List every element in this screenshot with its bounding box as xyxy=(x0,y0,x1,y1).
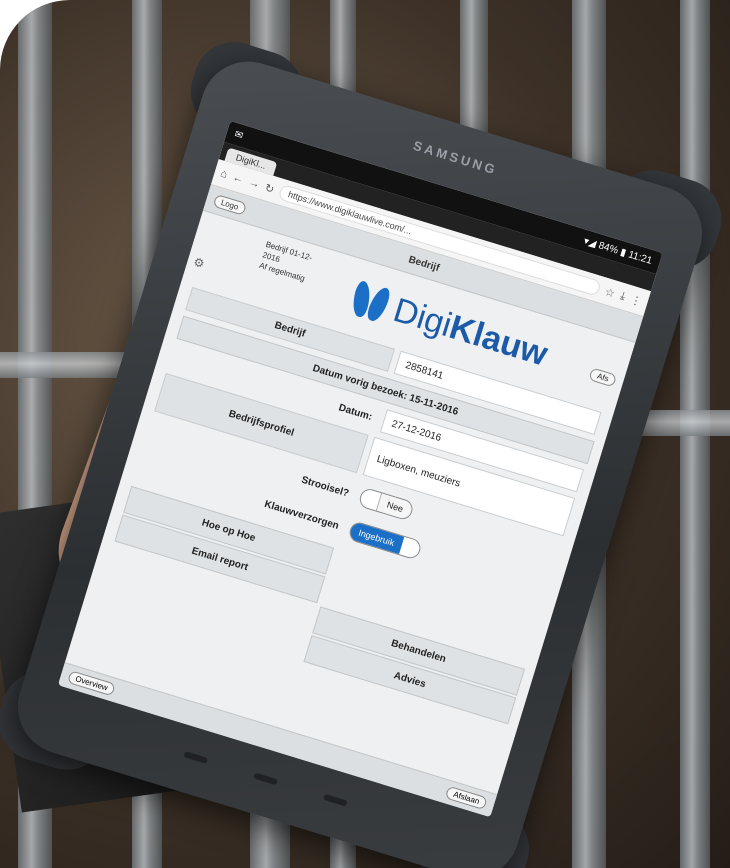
battery-level: 84% xyxy=(597,239,620,257)
tablet: SAMSUNG ✉ ▾◢ 84% ▮ 11:21 DigiKl... ⌂ ← →… xyxy=(0,32,730,868)
clock: 11:21 xyxy=(626,248,654,267)
battery-icon: ▮ xyxy=(619,246,628,259)
notification-icon: ✉ xyxy=(233,128,245,142)
klauwverzorgen-value: Ingebruik xyxy=(348,521,405,555)
afs-button[interactable]: Afs xyxy=(588,367,618,388)
app-bar-spacer xyxy=(603,318,632,327)
home-button[interactable] xyxy=(253,772,278,786)
star-icon[interactable]: ☆ xyxy=(603,285,616,300)
settings-gear-icon[interactable]: ⚙ xyxy=(192,255,206,272)
logo-button[interactable]: Logo xyxy=(212,193,247,216)
recent-apps-button[interactable] xyxy=(183,751,208,764)
back-icon[interactable]: ← xyxy=(231,171,245,186)
app-bar-title: Bedrijf xyxy=(407,253,441,274)
klauwverzorgen-toggle[interactable]: Ingebruik xyxy=(347,520,423,561)
back-button[interactable] xyxy=(323,793,349,807)
download-icon[interactable]: ⤓ xyxy=(619,289,627,303)
reload-icon[interactable]: ↻ xyxy=(263,181,276,196)
afslaan-button[interactable]: Afslaan xyxy=(445,785,488,811)
signal-icon: ▾◢ xyxy=(582,235,598,250)
strooisel-toggle[interactable]: Nee xyxy=(357,486,415,524)
home-icon[interactable]: ⌂ xyxy=(219,168,229,181)
forward-icon[interactable]: → xyxy=(247,176,261,191)
strooisel-value: Nee xyxy=(376,493,414,521)
background-photo: SAMSUNG ✉ ▾◢ 84% ▮ 11:21 DigiKl... ⌂ ← →… xyxy=(0,0,730,868)
tablet-body: SAMSUNG ✉ ▾◢ 84% ▮ 11:21 DigiKl... ⌂ ← →… xyxy=(6,49,714,868)
menu-icon[interactable]: ⋮ xyxy=(629,293,643,308)
hoof-logo-icon xyxy=(349,278,394,326)
